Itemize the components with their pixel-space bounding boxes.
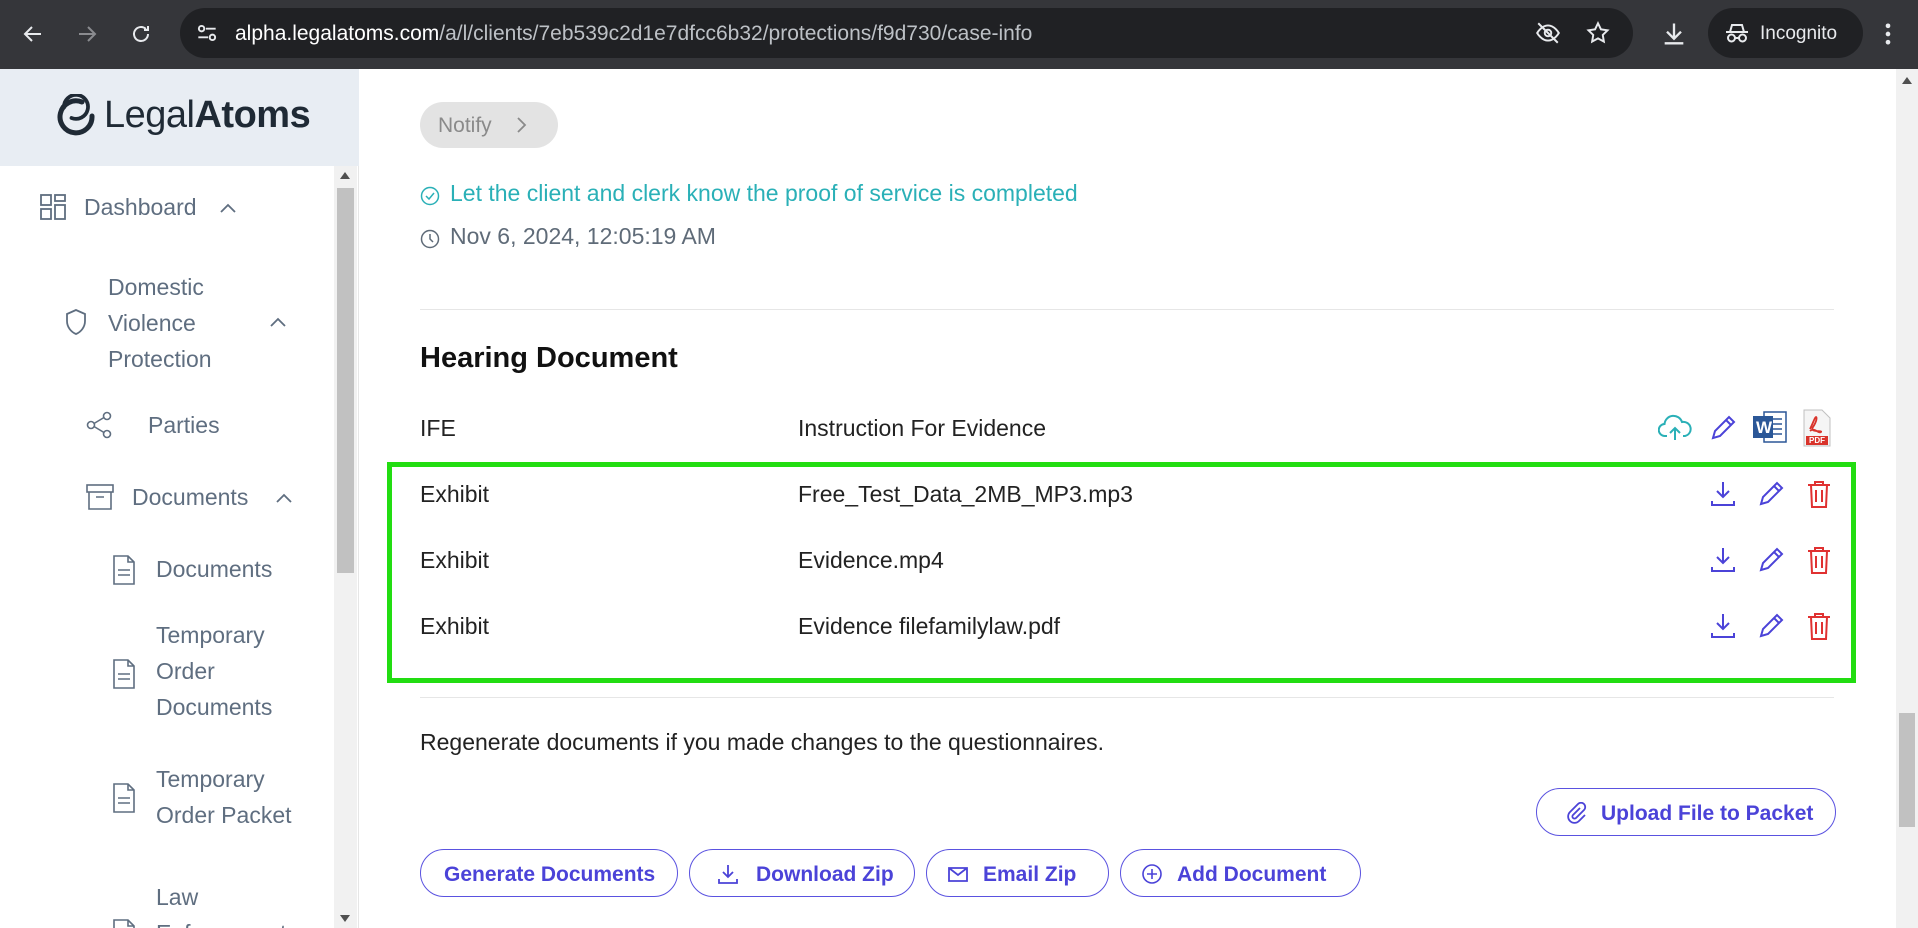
- pdf-icon[interactable]: PDF: [1802, 409, 1832, 447]
- sidebar-item-dashboard[interactable]: Dashboard: [40, 181, 330, 231]
- file-icon: [113, 555, 135, 585]
- eye-off-icon[interactable]: [1535, 20, 1561, 46]
- regenerate-note: Regenerate documents if you made changes…: [420, 729, 1105, 755]
- generate-documents-button[interactable]: Generate Documents: [420, 849, 678, 897]
- sidebar-item-label-line-2: Enforcement: [156, 915, 286, 928]
- grid-icon: [40, 194, 66, 220]
- incognito-label: Incognito: [1760, 23, 1838, 44]
- pencil-icon[interactable]: [1708, 413, 1738, 443]
- url-text: alpha.legalatoms.com/a/l/clients/7eb539c…: [235, 22, 1033, 45]
- sidebar-item-label-line-3: Protection: [108, 346, 212, 372]
- forward-arrow-icon: [79, 26, 97, 42]
- scroll-up-arrow-icon[interactable]: [340, 172, 350, 179]
- sidebar-item-label-line-1: Law: [156, 884, 199, 910]
- word-badge: W: [1756, 418, 1773, 437]
- sidebar-item-label-line-1: Temporary: [156, 766, 265, 792]
- address-bar[interactable]: alpha.legalatoms.com/a/l/clients/7eb539c…: [180, 8, 1633, 58]
- incognito-icon: [1726, 24, 1748, 43]
- downloads-icon[interactable]: [1660, 20, 1688, 48]
- legalatoms-logo-icon: [57, 94, 95, 136]
- document-type: IFE: [420, 415, 456, 441]
- sidebar-item-label-line-2: Violence: [108, 310, 196, 336]
- chevron-up-icon: [270, 317, 286, 327]
- divider: [420, 309, 1834, 310]
- page-scrollbar[interactable]: [1896, 69, 1918, 928]
- sidebar-item-law-enforcement[interactable]: Law Enforcement: [112, 879, 330, 928]
- sidebar-item-label-line-1: Domestic: [108, 274, 204, 300]
- download-icon: [718, 865, 738, 884]
- bookmark-star-icon[interactable]: [1585, 20, 1611, 46]
- scroll-up-arrow-icon[interactable]: [1902, 77, 1912, 84]
- incognito-badge[interactable]: Incognito: [1708, 8, 1863, 58]
- sidebar-item-label: Documents: [156, 556, 273, 582]
- cloud-upload-icon[interactable]: [1658, 413, 1692, 443]
- sidebar: LegalAtoms Dashboard Domestic Violence P…: [0, 69, 359, 928]
- logo-text: LegalAtoms: [104, 94, 311, 136]
- email-icon: [948, 867, 968, 882]
- back-button[interactable]: [12, 13, 54, 55]
- check-circle-icon: [420, 186, 440, 206]
- shield-icon: [66, 309, 86, 335]
- file-icon: [113, 783, 135, 813]
- document-row: IFE Instruction For Evidence W PDF: [420, 409, 1834, 449]
- forward-button[interactable]: [66, 13, 108, 55]
- sidebar-scrollbar[interactable]: [334, 166, 357, 928]
- plus-circle-icon: [1142, 864, 1162, 884]
- clock-icon: [420, 229, 440, 249]
- sidebar-item-parties[interactable]: Parties: [86, 403, 330, 447]
- download-zip-button[interactable]: Download Zip: [689, 849, 915, 897]
- pdf-badge: PDF: [1809, 436, 1825, 445]
- sidebar-item-label-line-3: Documents: [156, 694, 273, 720]
- menu-dots-icon[interactable]: [1874, 20, 1902, 48]
- section-title: Hearing Document: [420, 342, 678, 374]
- sidebar-item-documents[interactable]: Documents: [112, 547, 330, 591]
- sidebar-item-label-line-1: Temporary: [156, 622, 265, 648]
- sidebar-item-label: Dashboard: [84, 194, 197, 220]
- chevron-up-icon: [276, 493, 292, 503]
- share-icon: [86, 411, 112, 439]
- sidebar-item-temporary-order-documents[interactable]: Temporary Order Documents: [112, 617, 330, 727]
- sidebar-item-label-line-2: Order Packet: [156, 802, 292, 828]
- file-icon: [113, 659, 135, 689]
- sidebar-item-label: Documents: [132, 484, 249, 510]
- browser-toolbar: alpha.legalatoms.com/a/l/clients/7eb539c…: [0, 0, 1918, 69]
- sidebar-item-documents-group[interactable]: Documents: [86, 475, 330, 519]
- scrollbar-thumb[interactable]: [337, 188, 354, 573]
- upload-file-to-packet-button[interactable]: Upload File to Packet: [1536, 788, 1836, 836]
- divider: [420, 697, 1834, 698]
- sidebar-item-label: Parties: [148, 412, 220, 438]
- notify-button[interactable]: Notify: [420, 102, 558, 148]
- archive-icon: [86, 484, 114, 510]
- reload-icon: [133, 26, 149, 42]
- chevron-right-icon: [517, 117, 527, 133]
- paperclip-icon: [1567, 802, 1587, 824]
- sidebar-item-temporary-order-packet[interactable]: Temporary Order Packet: [112, 761, 330, 835]
- notify-label: Notify: [438, 114, 492, 137]
- sidebar-item-label-line-2: Order: [156, 658, 215, 684]
- highlight-box: [387, 462, 1856, 683]
- scrollbar-thumb[interactable]: [1899, 713, 1915, 827]
- email-zip-button[interactable]: Email Zip: [926, 849, 1109, 897]
- sidebar-item-domestic-violence-protection[interactable]: Domestic Violence Protection: [62, 269, 330, 379]
- chevron-up-icon: [220, 203, 236, 213]
- word-icon[interactable]: W: [1752, 409, 1788, 445]
- back-arrow-icon: [23, 26, 41, 42]
- reload-button[interactable]: [120, 13, 162, 55]
- add-document-button[interactable]: Add Document: [1120, 849, 1361, 897]
- logo[interactable]: LegalAtoms: [0, 69, 359, 166]
- site-settings-icon[interactable]: [194, 20, 220, 46]
- scroll-down-arrow-icon[interactable]: [340, 915, 350, 922]
- file-icon: [113, 919, 135, 928]
- document-name: Instruction For Evidence: [798, 415, 1047, 441]
